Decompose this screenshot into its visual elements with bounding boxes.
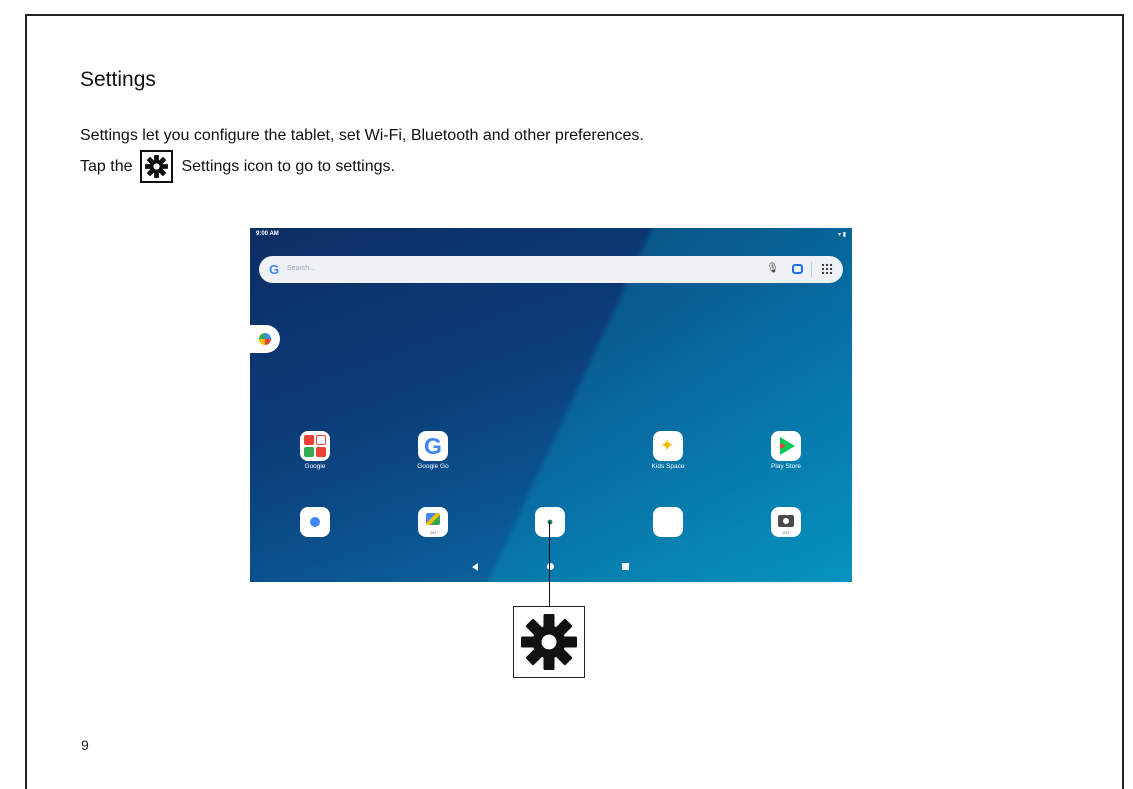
app-google-go[interactable]: G Google Go xyxy=(403,431,463,470)
app-label: Kids Space xyxy=(651,463,685,470)
search-placeholder: Search... xyxy=(287,265,316,272)
dock-chrome[interactable] xyxy=(285,507,345,537)
back-icon[interactable] xyxy=(472,563,478,571)
google-go-icon: G xyxy=(418,431,448,461)
status-icons: ▾ ▮ xyxy=(838,232,846,238)
microphone-icon[interactable]: 🎙 xyxy=(766,263,779,274)
instruction-text-after: Settings icon to go to settings. xyxy=(181,157,395,175)
youtube-music-icon xyxy=(653,507,683,537)
app-play-store[interactable]: Play Store xyxy=(756,431,816,470)
app-label: Play Store xyxy=(771,463,801,470)
play-store-icon xyxy=(771,431,801,461)
assistant-icon xyxy=(259,333,271,345)
app-label: Google xyxy=(304,463,326,470)
google-search-bar[interactable]: G Search... 🎙 xyxy=(259,256,843,283)
dock-gallery-go[interactable]: GO xyxy=(403,507,463,537)
status-time: 9:00 AM xyxy=(256,231,279,237)
instruction-text-before: Tap the xyxy=(80,157,133,175)
instruction-paragraph: Tap the Settings icon to go to settings. xyxy=(80,150,395,183)
app-google[interactable]: Google xyxy=(285,431,345,470)
navigation-bar xyxy=(250,560,852,574)
kids-space-icon: ✦ xyxy=(653,431,683,461)
dock-youtube-music[interactable] xyxy=(638,507,698,537)
google-logo-icon: G xyxy=(269,262,280,277)
callout-line xyxy=(549,522,550,608)
page-title: Settings xyxy=(80,68,156,91)
camera-go-icon: GO xyxy=(771,507,801,537)
search-divider xyxy=(811,262,812,277)
tablet-home-screen: 9:00 AM ▾ ▮ G Search... 🎙 Google G Googl… xyxy=(250,228,852,582)
dock-settings[interactable] xyxy=(520,507,580,537)
chrome-icon xyxy=(300,507,330,537)
dock-camera-go[interactable]: GO xyxy=(756,507,816,537)
page-number: 9 xyxy=(81,737,89,753)
callout-settings-gear-icon xyxy=(513,606,585,678)
app-kids-space[interactable]: ✦ Kids Space xyxy=(638,431,698,470)
assistant-edge-button[interactable] xyxy=(250,325,280,353)
inline-settings-gear-icon xyxy=(140,150,174,183)
gallery-go-icon: GO xyxy=(418,507,448,537)
google-folder-icon xyxy=(300,431,330,461)
intro-paragraph: Settings let you configure the tablet, s… xyxy=(80,127,644,144)
settings-icon xyxy=(535,507,565,537)
lens-icon[interactable] xyxy=(792,264,803,274)
app-label: Google Go xyxy=(417,463,449,470)
app-grid-icon[interactable] xyxy=(821,263,833,275)
recents-icon[interactable] xyxy=(622,563,629,570)
